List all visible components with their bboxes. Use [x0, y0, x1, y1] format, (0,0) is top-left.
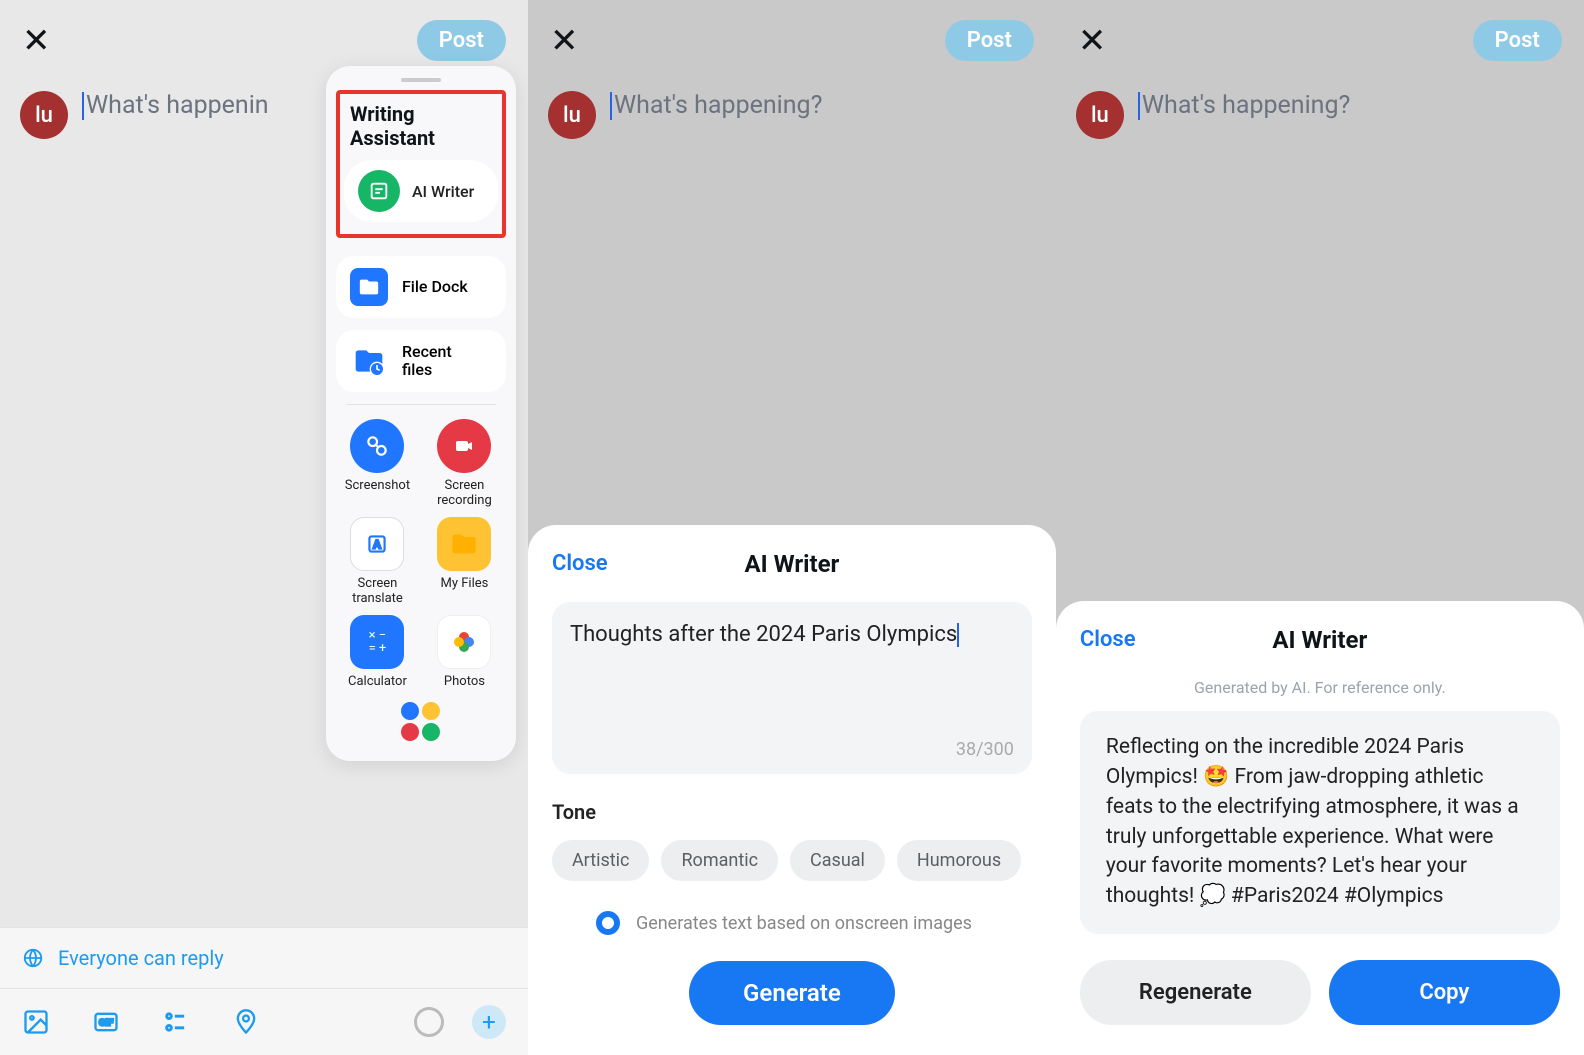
post-button[interactable]: Post [1473, 20, 1562, 61]
screenshot-icon [350, 419, 404, 473]
svg-text:GIF: GIF [99, 1018, 113, 1029]
compose-input[interactable]: What's happenin [82, 91, 269, 120]
drag-handle[interactable] [401, 78, 441, 82]
highlight-box: Writing Assistant AI Writer [336, 90, 506, 238]
ai-writer-label: AI Writer [412, 182, 474, 201]
file-dock-card[interactable]: File Dock [336, 256, 506, 318]
poll-icon[interactable] [162, 1008, 190, 1036]
close-icon[interactable]: ✕ [22, 21, 51, 61]
placeholder-text: What's happening? [614, 91, 822, 120]
ai-writer-sheet: Close AI Writer Thoughts after the 2024 … [528, 525, 1056, 1055]
placeholder-text: What's happenin [86, 91, 269, 120]
myfiles-label: My Files [441, 577, 489, 592]
tone-artistic[interactable]: Artistic [552, 840, 650, 881]
ai-writer-icon [358, 170, 400, 212]
tone-label: Tone [552, 800, 1032, 824]
photos-app[interactable]: Photos [423, 615, 506, 690]
ai-writer-card[interactable]: AI Writer [344, 160, 498, 222]
placeholder-text: What's happening? [1142, 91, 1350, 120]
screenshot-label: Screenshot [345, 479, 410, 494]
panel-title: Writing Assistant [344, 100, 498, 160]
close-button[interactable]: Close [552, 551, 608, 576]
close-icon[interactable]: ✕ [550, 21, 579, 61]
calculator-icon: × −= + [350, 615, 404, 669]
copy-button[interactable]: Copy [1329, 960, 1560, 1025]
file-dock-icon [350, 268, 388, 306]
disclaimer-text: Generated by AI. For reference only. [1080, 678, 1560, 697]
regenerate-button[interactable]: Regenerate [1080, 960, 1311, 1025]
add-thread-button[interactable]: + [472, 1005, 506, 1039]
screen-recording-app[interactable]: Screen recording [423, 419, 506, 509]
divider [346, 404, 496, 405]
reply-audience-button[interactable]: Everyone can reply [0, 927, 528, 989]
char-counter: 38/300 [570, 739, 1014, 760]
globe-icon [22, 947, 44, 969]
char-count-circle [414, 1007, 444, 1037]
recent-files-card[interactable]: Recent files [336, 330, 506, 392]
myfiles-icon [437, 517, 491, 571]
compose-input[interactable]: What's happening? [1138, 91, 1350, 120]
reply-audience-label: Everyone can reply [58, 946, 224, 970]
prompt-text: Thoughts after the 2024 Paris Olympics [570, 622, 957, 647]
sheet-title: AI Writer [744, 550, 839, 578]
tone-romantic[interactable]: Romantic [661, 840, 778, 881]
compose-input[interactable]: What's happening? [610, 91, 822, 120]
post-button[interactable]: Post [417, 20, 506, 61]
generate-button[interactable]: Generate [689, 961, 895, 1025]
location-icon[interactable] [232, 1008, 260, 1036]
more-apps-icon[interactable] [399, 702, 443, 741]
images-option[interactable]: Generates text based on onscreen images [552, 911, 1032, 935]
tone-casual[interactable]: Casual [790, 840, 885, 881]
calculator-label: Calculator [348, 675, 407, 690]
photos-icon [437, 615, 491, 669]
recent-files-label: Recent files [402, 343, 452, 378]
translate-label: Screen translate [352, 577, 403, 607]
result-text: Reflecting on the incredible 2024 Paris … [1106, 733, 1534, 912]
recent-files-icon [350, 342, 388, 380]
bottom-bar: Everyone can reply GIF + [0, 927, 528, 1055]
tone-chips: Artistic Romantic Casual Humorous Emo [552, 840, 1032, 881]
avatar: lu [20, 91, 68, 139]
translate-icon: A [350, 517, 404, 571]
myfiles-app[interactable]: My Files [423, 517, 506, 607]
ai-writer-result-sheet: Close AI Writer Generated by AI. For ref… [1056, 601, 1584, 1055]
images-option-label: Generates text based on onscreen images [636, 913, 972, 934]
gif-icon[interactable]: GIF [92, 1008, 120, 1036]
image-icon[interactable] [22, 1008, 50, 1036]
close-icon[interactable]: ✕ [1078, 21, 1107, 61]
avatar: lu [1076, 91, 1124, 139]
result-box: Reflecting on the incredible 2024 Paris … [1080, 711, 1560, 934]
tone-humorous[interactable]: Humorous [897, 840, 1021, 881]
radio-icon [596, 911, 620, 935]
post-button[interactable]: Post [945, 20, 1034, 61]
prompt-input[interactable]: Thoughts after the 2024 Paris Olympics 3… [552, 602, 1032, 774]
avatar: lu [548, 91, 596, 139]
assistant-panel: Writing Assistant AI Writer File Dock Re… [326, 66, 516, 761]
screen-translate-app[interactable]: A Screen translate [336, 517, 419, 607]
recording-icon [437, 419, 491, 473]
calculator-app[interactable]: × −= + Calculator [336, 615, 419, 690]
photos-label: Photos [444, 675, 485, 690]
screenshot-app[interactable]: Screenshot [336, 419, 419, 509]
sheet-title: AI Writer [1272, 626, 1367, 654]
recording-label: Screen recording [437, 479, 492, 509]
close-button[interactable]: Close [1080, 627, 1136, 652]
svg-text:A: A [373, 537, 381, 551]
file-dock-label: File Dock [402, 278, 468, 296]
